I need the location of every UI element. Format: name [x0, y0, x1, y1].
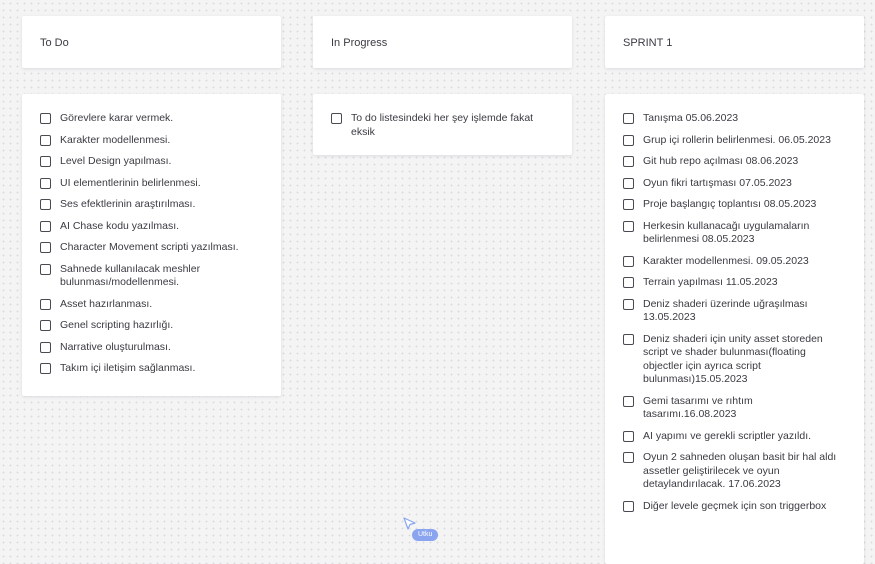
checkbox[interactable] [40, 156, 51, 167]
checkbox[interactable] [40, 263, 51, 275]
todo-item[interactable]: UI elementlerinin belirlenmesi. [40, 177, 271, 191]
todo-item[interactable]: Ses efektlerinin araştırılması. [40, 198, 271, 212]
sprint1-item[interactable]: Oyun fikri tartışması 07.05.2023 [623, 177, 858, 191]
sprint1-item[interactable]: Grup içi rollerin belirlenmesi. 06.05.20… [623, 134, 858, 148]
todo-item[interactable]: Level Design yapılması. [40, 155, 271, 169]
checkbox[interactable] [40, 134, 51, 146]
sprint1-item[interactable]: Deniz shaderi üzerinde uğraşılması 13.05… [623, 298, 858, 325]
sprint1-item[interactable]: Deniz shaderi için unity asset storeden … [623, 333, 858, 387]
sprint1-checklist: Tanışma 05.06.2023 Grup içi rollerin bel… [605, 94, 864, 564]
sprint1-item[interactable]: AI yapımı ve gerekli scriptler yazıldı. [623, 430, 858, 444]
inprogress-column-title: In Progress [331, 37, 388, 49]
sprint1-column-header[interactable]: SPRINT 1 [605, 16, 864, 68]
checkbox[interactable] [623, 177, 634, 189]
checkbox[interactable] [331, 113, 342, 124]
todo-item[interactable]: Asset hazırlanması. [40, 298, 271, 312]
checkbox[interactable] [40, 298, 51, 310]
todo-column-title: To Do [40, 37, 69, 49]
checkbox[interactable] [40, 363, 51, 374]
todo-item[interactable]: Character Movement scripti yazılması. [40, 241, 271, 255]
checkbox[interactable] [623, 395, 634, 407]
checkbox[interactable] [623, 430, 634, 442]
sprint1-item[interactable]: Gemi tasarımı ve rıhtım tasarımı.16.08.2… [623, 395, 858, 422]
checkbox[interactable] [623, 134, 634, 146]
checkbox[interactable] [40, 242, 51, 253]
checkbox[interactable] [40, 113, 51, 124]
todo-item[interactable]: AI Chase kodu yazılması. [40, 220, 271, 234]
todo-column-header[interactable]: To Do [22, 16, 281, 68]
todo-item[interactable]: Sahnede kullanılacak meshler bulunması/m… [40, 263, 271, 290]
sprint1-item[interactable]: Diğer levele geçmek için son triggerbox [623, 500, 858, 514]
sprint1-item[interactable]: Karakter modellenmesi. 09.05.2023 [623, 255, 858, 269]
checkbox[interactable] [40, 341, 51, 353]
todo-item[interactable]: Genel scripting hazırlığı. [40, 319, 271, 333]
inprogress-item[interactable]: To do listesindeki her şey işlemde fakat… [331, 112, 562, 139]
checkbox[interactable] [623, 333, 634, 345]
sprint1-item[interactable]: Tanışma 05.06.2023 [623, 112, 858, 126]
checkbox[interactable] [40, 177, 51, 189]
sprint1-item[interactable]: Oyun 2 sahneden oluşan basit bir hal ald… [623, 451, 858, 492]
checkbox[interactable] [40, 320, 51, 331]
sprint1-item[interactable]: Git hub repo açılması 08.06.2023 [623, 155, 858, 169]
sprint1-item[interactable]: Terrain yapılması 11.05.2023 [623, 276, 858, 290]
collaborator-name-badge: Utku [412, 529, 439, 541]
sprint1-item[interactable]: Herkesin kullanacağı uygulamaların belir… [623, 220, 858, 247]
checkbox[interactable] [623, 156, 634, 167]
checkbox[interactable] [623, 500, 634, 512]
checkbox[interactable] [623, 220, 634, 232]
checkbox[interactable] [623, 199, 634, 210]
checkbox[interactable] [623, 298, 634, 310]
inprogress-checklist: To do listesindeki her şey işlemde fakat… [313, 94, 572, 155]
sprint1-column-title: SPRINT 1 [623, 37, 673, 49]
checkbox[interactable] [623, 113, 634, 124]
inprogress-column-header[interactable]: In Progress [313, 16, 572, 68]
checkbox[interactable] [623, 452, 634, 463]
checkbox[interactable] [40, 199, 51, 210]
checkbox[interactable] [623, 277, 634, 288]
todo-item[interactable]: Narrative oluşturulması. [40, 341, 271, 355]
todo-checklist: Görevlere karar vermek. Karakter modelle… [22, 94, 281, 396]
todo-item[interactable]: Karakter modellenmesi. [40, 134, 271, 148]
checkbox[interactable] [623, 255, 634, 267]
todo-item[interactable]: Takım içi iletişim sağlanması. [40, 362, 271, 376]
checkbox[interactable] [40, 220, 51, 232]
todo-item[interactable]: Görevlere karar vermek. [40, 112, 271, 126]
sprint1-item[interactable]: Proje başlangıç toplantısı 08.05.2023 [623, 198, 858, 212]
